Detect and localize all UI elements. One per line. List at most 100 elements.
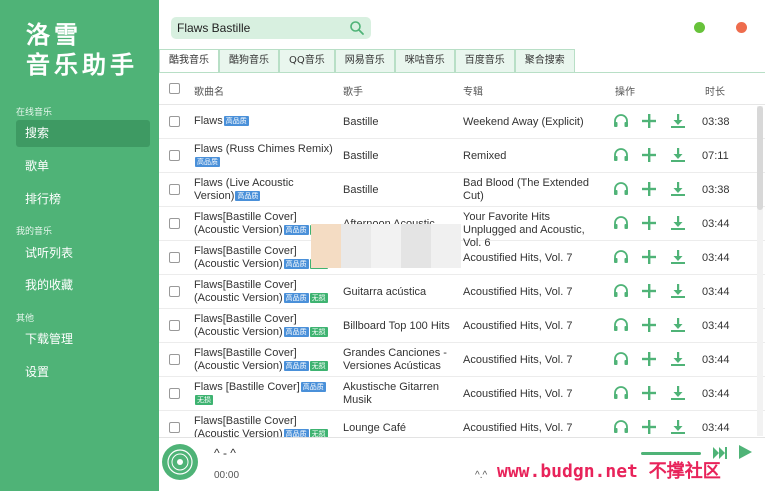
nav-preview-list[interactable]: 试听列表 bbox=[16, 240, 150, 267]
row-checkbox[interactable] bbox=[169, 252, 180, 263]
row-checkbox[interactable] bbox=[169, 422, 180, 433]
section-my-music: 我的音乐 bbox=[16, 227, 53, 237]
download-icon[interactable] bbox=[670, 113, 686, 129]
search-input[interactable] bbox=[177, 20, 347, 36]
search-icon[interactable] bbox=[349, 20, 365, 36]
row-checkbox[interactable] bbox=[169, 150, 180, 161]
source-tabs: 酷我音乐 酷狗音乐 QQ音乐 网易音乐 咪咕音乐 百度音乐 聚合搜索 bbox=[159, 49, 575, 73]
song-name: Flaws[Bastille Cover](Acoustic Version) bbox=[194, 211, 297, 236]
add-icon[interactable] bbox=[641, 351, 657, 367]
duration-cell: 03:44 bbox=[702, 252, 730, 264]
play-icon[interactable] bbox=[737, 444, 753, 460]
nav-settings[interactable]: 设置 bbox=[16, 359, 150, 386]
nav-search[interactable]: 搜索 bbox=[16, 120, 150, 147]
add-icon[interactable] bbox=[641, 113, 657, 129]
play-headphones-icon[interactable] bbox=[613, 215, 629, 231]
download-icon[interactable] bbox=[670, 181, 686, 197]
table-row[interactable]: Flaws[Bastille Cover](Acoustic Version) 高… bbox=[159, 343, 765, 377]
row-checkbox[interactable] bbox=[169, 184, 180, 195]
play-headphones-icon[interactable] bbox=[613, 113, 629, 129]
play-headphones-icon[interactable] bbox=[613, 419, 629, 435]
table-row[interactable]: Flaws (Russ Chimes Remix) 高品质 Bastille Remi… bbox=[159, 139, 765, 173]
add-icon[interactable] bbox=[641, 215, 657, 231]
duration-cell: 03:44 bbox=[702, 320, 730, 332]
nav-downloads[interactable]: 下载管理 bbox=[16, 326, 150, 353]
album-cell: Acoustified Hits, Vol. 7 bbox=[463, 388, 573, 400]
nav-playlists[interactable]: 歌单 bbox=[16, 153, 150, 180]
download-icon[interactable] bbox=[670, 283, 686, 299]
album-cell: Weekend Away (Explicit) bbox=[463, 116, 584, 128]
row-checkbox[interactable] bbox=[169, 218, 180, 229]
song-name: Flaws[Bastille Cover](Acoustic Version) bbox=[194, 347, 297, 372]
singer-cell: Bastille bbox=[343, 116, 379, 128]
row-checkbox[interactable] bbox=[169, 388, 180, 399]
singer-cell: Grandes Canciones - Versiones Acústicas bbox=[343, 347, 447, 372]
add-icon[interactable] bbox=[641, 181, 657, 197]
play-headphones-icon[interactable] bbox=[613, 181, 629, 197]
close-button[interactable] bbox=[736, 22, 747, 33]
nav-charts[interactable]: 排行榜 bbox=[16, 186, 150, 213]
add-icon[interactable] bbox=[641, 147, 657, 163]
row-checkbox[interactable] bbox=[169, 354, 180, 365]
download-icon[interactable] bbox=[670, 249, 686, 265]
play-headphones-icon[interactable] bbox=[613, 317, 629, 333]
singer-cell: Billboard Top 100 Hits bbox=[343, 320, 450, 332]
sidebar: 洛雪 音乐助手 在线音乐 搜索 歌单 排行榜 我的音乐 试听列表 我的收藏 其他… bbox=[0, 0, 159, 491]
table-row[interactable]: Flaws[Bastille Cover](Acoustic Version) 高… bbox=[159, 275, 765, 309]
section-online-music: 在线音乐 bbox=[16, 108, 53, 118]
play-headphones-icon[interactable] bbox=[613, 385, 629, 401]
singer-cell: Akustische Gitarren Musik bbox=[343, 381, 439, 406]
row-checkbox[interactable] bbox=[169, 320, 180, 331]
add-icon[interactable] bbox=[641, 317, 657, 333]
now-playing-title: ^ - ^ bbox=[214, 446, 236, 460]
table-row[interactable]: Flaws[Bastille Cover](Acoustic Version) 高… bbox=[159, 207, 765, 249]
play-headphones-icon[interactable] bbox=[613, 147, 629, 163]
quality-badge: 无损 bbox=[195, 395, 213, 406]
scrollbar-thumb[interactable] bbox=[757, 106, 763, 210]
album-cell: Bad Blood (The Extended Cut) bbox=[463, 177, 589, 202]
tab-netease[interactable]: 网易音乐 bbox=[334, 49, 395, 73]
tab-migu[interactable]: 咪咕音乐 bbox=[394, 49, 455, 73]
tab-aggregate[interactable]: 聚合搜索 bbox=[514, 49, 575, 73]
quality-badge: 无损 bbox=[309, 293, 328, 304]
disc-icon[interactable] bbox=[162, 444, 198, 480]
add-icon[interactable] bbox=[641, 249, 657, 265]
song-table: 歌曲名 歌手 专辑 操作 时长 Flaws 高品质 Bastille Weekend … bbox=[159, 73, 765, 445]
tab-baidu[interactable]: 百度音乐 bbox=[454, 49, 515, 73]
table-row[interactable]: Flaws (Live Acoustic Version) 高品质 Bastille… bbox=[159, 173, 765, 207]
download-icon[interactable] bbox=[670, 317, 686, 333]
download-icon[interactable] bbox=[670, 215, 686, 231]
add-icon[interactable] bbox=[641, 419, 657, 435]
download-icon[interactable] bbox=[670, 385, 686, 401]
row-checkbox[interactable] bbox=[169, 116, 180, 127]
duration-cell: 03:44 bbox=[702, 354, 730, 366]
download-icon[interactable] bbox=[670, 351, 686, 367]
row-checkbox[interactable] bbox=[169, 286, 180, 297]
table-row[interactable]: Flaws 高品质 Bastille Weekend Away (Explicit) 0… bbox=[159, 105, 765, 139]
app-logo: 洛雪 音乐助手 bbox=[26, 20, 146, 80]
nav-favorites[interactable]: 我的收藏 bbox=[16, 272, 150, 299]
tab-kugou[interactable]: 酷狗音乐 bbox=[219, 49, 279, 73]
minimize-button[interactable] bbox=[694, 22, 705, 33]
add-icon[interactable] bbox=[641, 283, 657, 299]
download-icon[interactable] bbox=[670, 147, 686, 163]
select-all-checkbox[interactable] bbox=[169, 83, 180, 94]
quality-badge: 高品质 bbox=[283, 259, 309, 270]
table-row[interactable]: Flaws[Bastille Cover](Acoustic Version) 高… bbox=[159, 309, 765, 343]
quality-badge: 无损 bbox=[309, 361, 328, 372]
table-row[interactable]: Flaws [Bastille Cover] 高品质无损 Akustische Gi… bbox=[159, 377, 765, 411]
header-name: 歌曲名 bbox=[194, 87, 224, 98]
logo-line-1: 洛雪 bbox=[26, 21, 82, 49]
play-headphones-icon[interactable] bbox=[613, 249, 629, 265]
download-icon[interactable] bbox=[670, 419, 686, 435]
tab-qq[interactable]: QQ音乐 bbox=[279, 49, 335, 73]
play-headphones-icon[interactable] bbox=[613, 351, 629, 367]
add-icon[interactable] bbox=[641, 385, 657, 401]
table-row[interactable]: Flaws[Bastille Cover](Acoustic Version) 高… bbox=[159, 241, 765, 275]
volume-slider[interactable] bbox=[641, 452, 701, 455]
table-header: 歌曲名 歌手 专辑 操作 时长 bbox=[159, 73, 765, 105]
play-headphones-icon[interactable] bbox=[613, 283, 629, 299]
song-name-cell: Flaws[Bastille Cover](Acoustic Version) 高… bbox=[194, 347, 334, 373]
quality-badge: 高品质 bbox=[195, 157, 220, 168]
tab-kuwo[interactable]: 酷我音乐 bbox=[159, 49, 219, 73]
